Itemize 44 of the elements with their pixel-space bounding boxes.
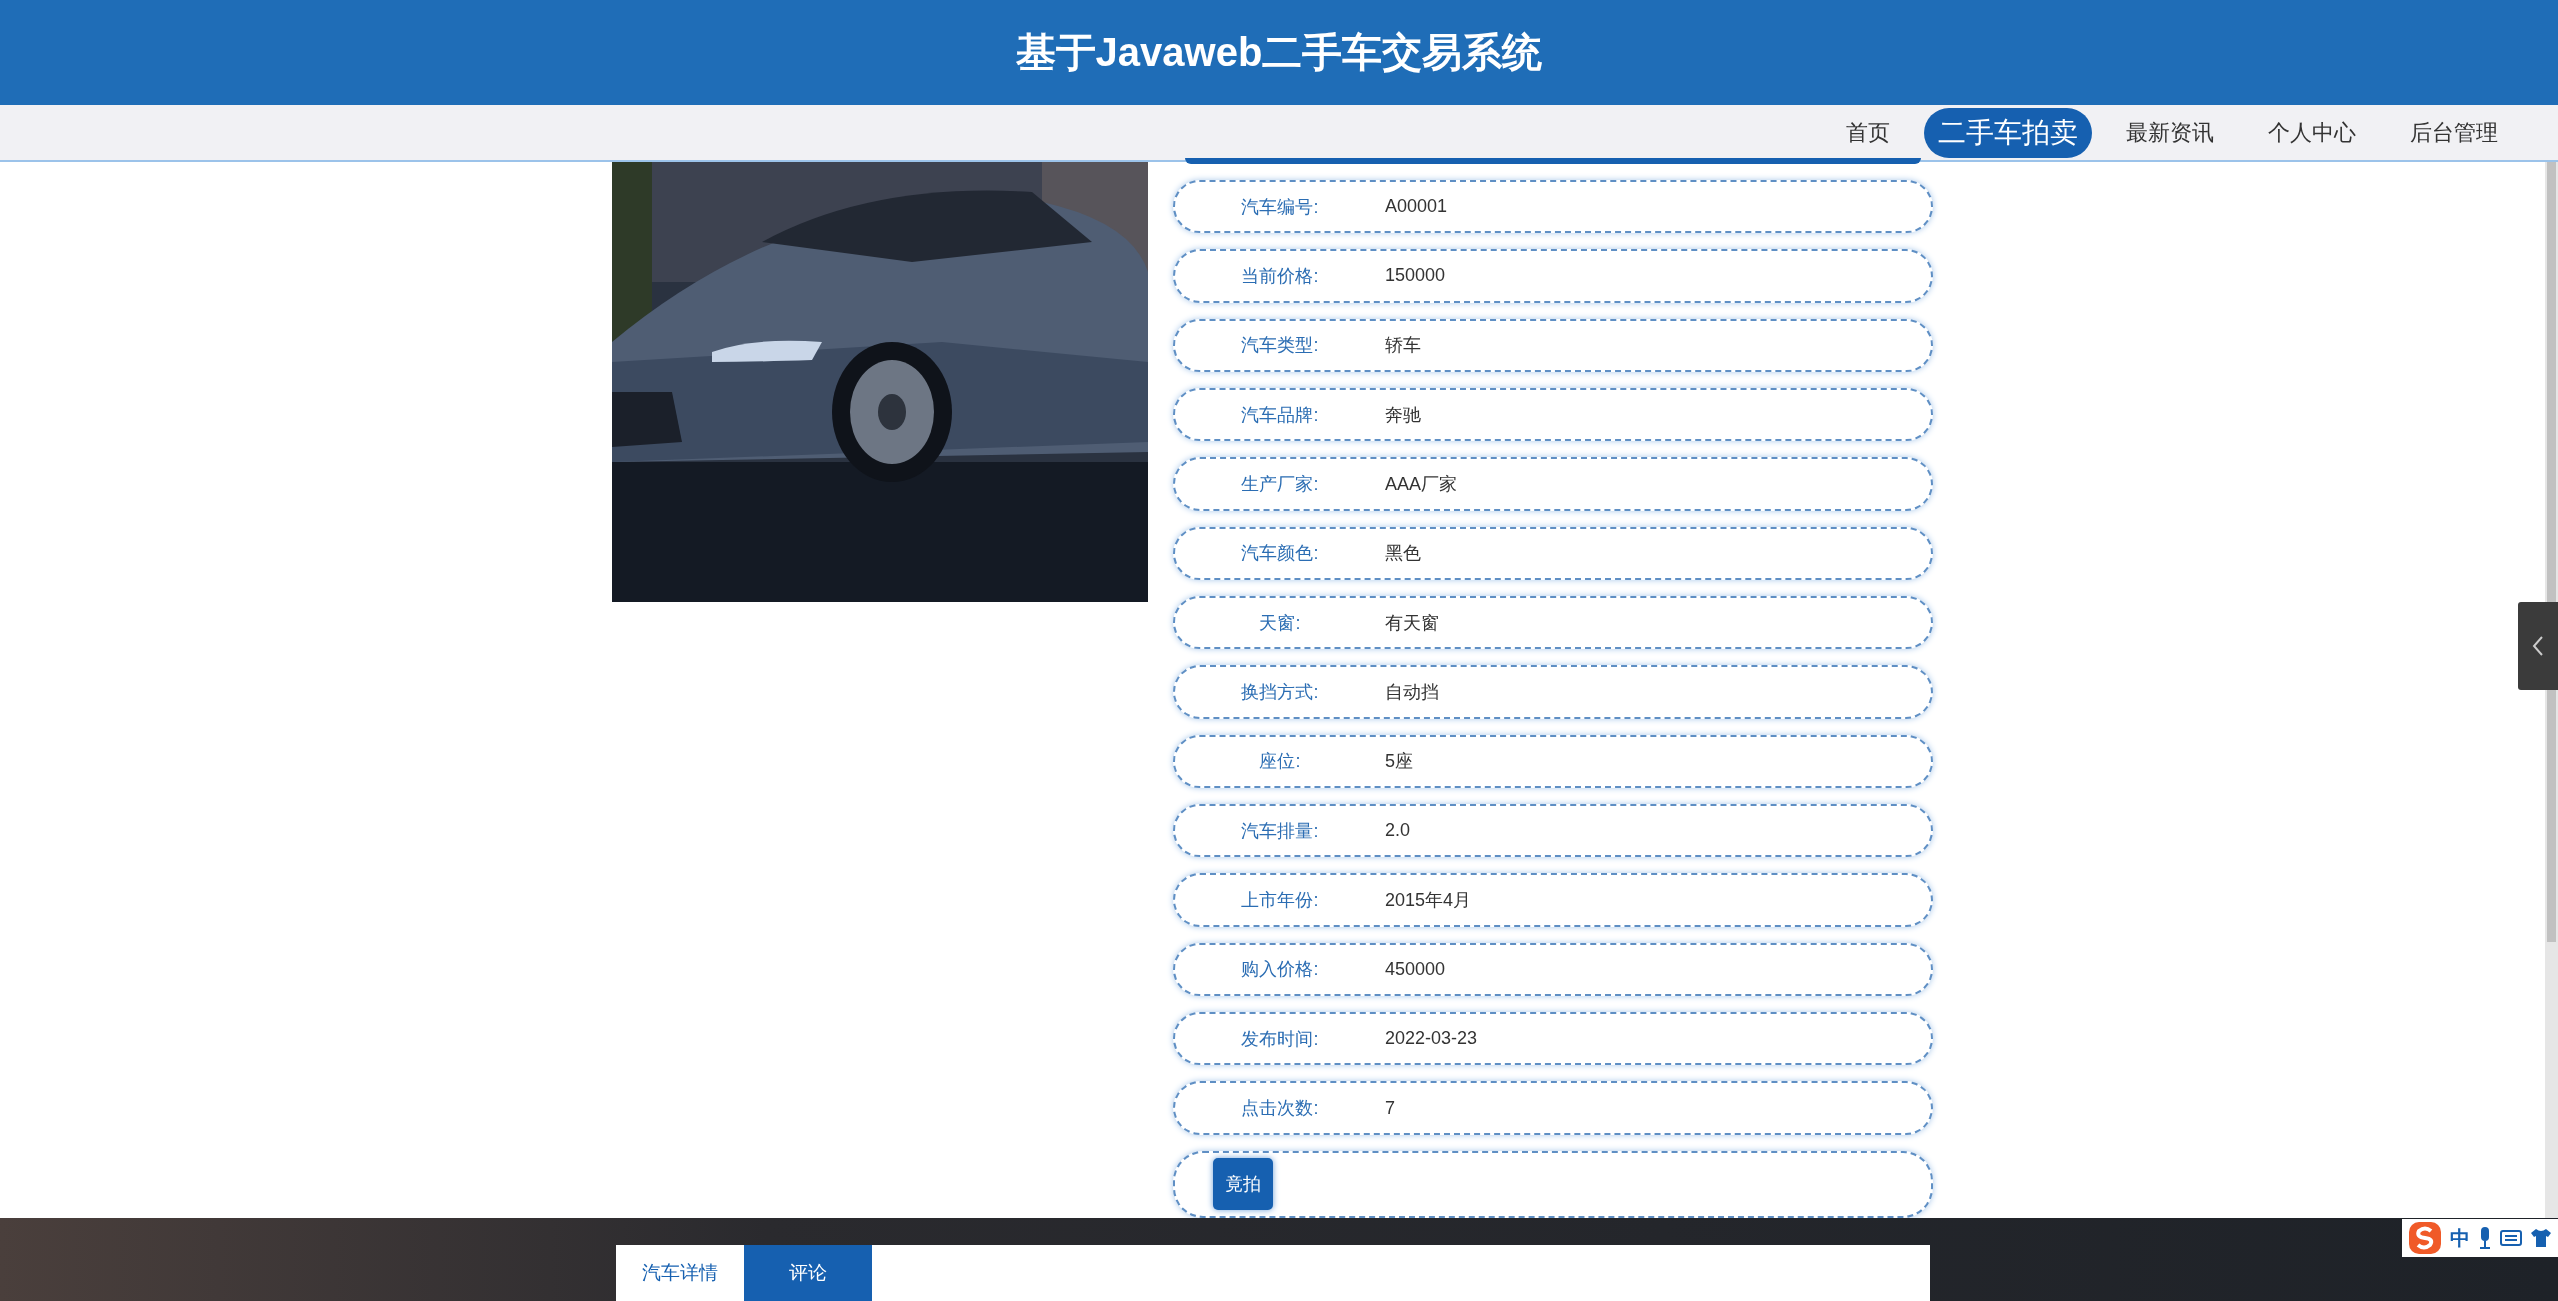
nav-link[interactable]: 最新资讯 [2106,111,2234,154]
field-label: 汽车品牌: [1240,403,1320,427]
field-label: 汽车排量: [1240,819,1320,843]
nav-link[interactable]: 后台管理 [2390,111,2518,154]
field-label: 点击次数: [1240,1097,1320,1121]
field-label: 汽车编号: [1240,195,1320,219]
field-value: 奔驰 [1385,403,1421,427]
nav-link[interactable]: 个人中心 [2248,111,2376,154]
field-label: 换挡方式: [1240,681,1320,704]
microphone-icon[interactable] [2478,1227,2492,1249]
field-label: 上市年份: [1240,889,1320,913]
field-value: AAA厂家 [1385,472,1458,496]
field-value: 有天窗 [1385,611,1439,635]
shirt-icon[interactable] [2530,1228,2552,1248]
field-value: 150000 [1385,265,1446,287]
scrollbar[interactable] [2545,162,2558,1218]
field-label: 当前价格: [1240,264,1320,288]
field-value: A00001 [1385,196,1448,218]
field-value: 轿车 [1385,334,1421,358]
tab[interactable]: 评论 [744,1245,872,1301]
site-title: 基于Javaweb二手车交易系统 [1015,29,1543,76]
field-value: 450000 [1385,958,1446,980]
chevron-left-icon [2531,635,2545,657]
bid-button[interactable]: 竟拍 [1213,1158,1273,1211]
field-value: 2015年4月 [1385,889,1472,913]
keyboard-icon[interactable] [2500,1230,2522,1246]
field-label: 发布时间: [1240,1027,1320,1051]
field-value: 自动挡 [1385,681,1439,704]
field-label: 汽车类型: [1240,334,1320,358]
field-value: 2.0 [1385,820,1411,842]
field-label: 座位: [1258,750,1302,774]
ime-logo-icon[interactable] [2408,1221,2442,1255]
field-value: 黑色 [1385,542,1421,566]
field-label: 天窗: [1258,611,1302,635]
field-label: 生产厂家: [1240,472,1320,496]
input-mode[interactable]: 中 [2450,1224,2470,1252]
nav-link[interactable]: 首页 [1826,111,1910,154]
side-panel-toggle[interactable] [2518,602,2558,690]
field-value: 5座 [1385,750,1413,774]
field-value: 2022-03-23 [1385,1028,1478,1050]
field-label: 购入价格: [1240,958,1320,982]
field-value: 7 [1385,1097,1395,1119]
nav-link[interactable]: 二手车拍卖 [1924,107,2092,158]
field-label: 汽车颜色: [1240,542,1320,566]
